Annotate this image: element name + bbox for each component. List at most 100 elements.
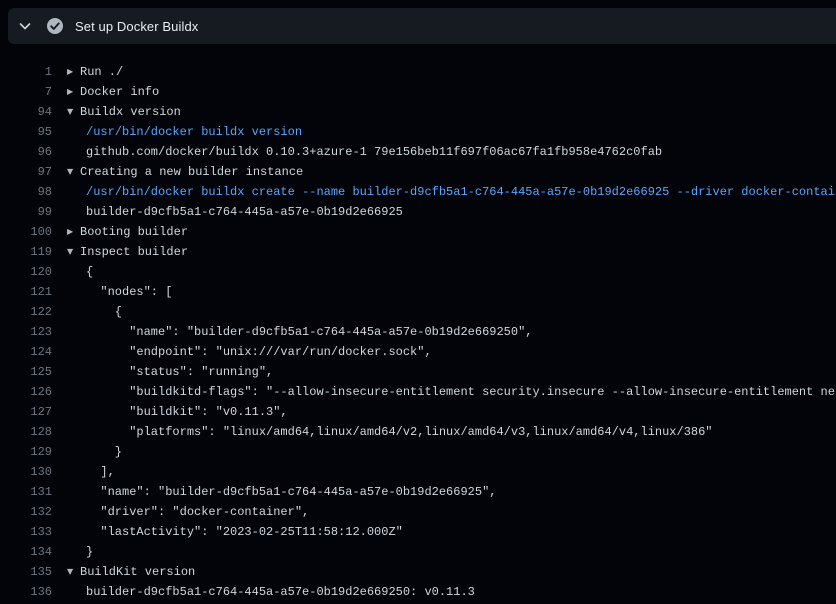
line-number[interactable]: 136	[0, 582, 52, 602]
log-text: "driver": "docker-container",	[80, 502, 309, 522]
line-number[interactable]: 133	[0, 522, 52, 542]
log-row[interactable]: 135 ▼ BuildKit version	[0, 562, 836, 582]
group-toggle-icon	[52, 422, 80, 442]
group-expanded-icon[interactable]: ▼	[52, 162, 80, 182]
log-text: "endpoint": "unix:///var/run/docker.sock…	[80, 342, 432, 362]
log-text: "nodes": [	[80, 282, 172, 302]
group-expanded-icon[interactable]: ▼	[52, 242, 80, 262]
log-text: }	[80, 542, 93, 562]
log-text: "name": "builder-d9cfb5a1-c764-445a-a57e…	[80, 322, 532, 342]
line-number[interactable]: 121	[0, 282, 52, 302]
log-row: 120 {	[0, 262, 836, 282]
line-number[interactable]: 96	[0, 142, 52, 162]
log-text: Buildx version	[80, 102, 181, 122]
log-row[interactable]: 119 ▼ Inspect builder	[0, 242, 836, 262]
log-row: 99 builder-d9cfb5a1-c764-445a-a57e-0b19d…	[0, 202, 836, 222]
log-text: "buildkit": "v0.11.3",	[80, 402, 288, 422]
group-collapsed-icon[interactable]: ▶	[52, 222, 80, 242]
group-toggle-icon	[52, 282, 80, 302]
log-row: 132 "driver": "docker-container",	[0, 502, 836, 522]
group-collapsed-icon[interactable]: ▶	[52, 82, 80, 102]
log-row: 123 "name": "builder-d9cfb5a1-c764-445a-…	[0, 322, 836, 342]
group-collapsed-icon[interactable]: ▶	[52, 62, 80, 82]
log-row: 96 github.com/docker/buildx 0.10.3+azure…	[0, 142, 836, 162]
group-expanded-icon[interactable]: ▼	[52, 562, 80, 582]
line-number[interactable]: 1	[0, 62, 52, 82]
log-row: 129 }	[0, 442, 836, 462]
line-number[interactable]: 125	[0, 362, 52, 382]
log-row: 136 builder-d9cfb5a1-c764-445a-a57e-0b19…	[0, 582, 836, 602]
line-number[interactable]: 128	[0, 422, 52, 442]
log-text: Run ./	[80, 62, 123, 82]
line-number[interactable]: 129	[0, 442, 52, 462]
group-toggle-icon	[52, 542, 80, 562]
line-number[interactable]: 131	[0, 482, 52, 502]
group-toggle-icon	[52, 302, 80, 322]
log-text: ],	[80, 462, 115, 482]
log-row: 127 "buildkit": "v0.11.3",	[0, 402, 836, 422]
log-text: BuildKit version	[80, 562, 195, 582]
line-number[interactable]: 134	[0, 542, 52, 562]
line-number[interactable]: 124	[0, 342, 52, 362]
group-toggle-icon	[52, 382, 80, 402]
line-number[interactable]: 94	[0, 102, 52, 122]
log-text: "name": "builder-d9cfb5a1-c764-445a-a57e…	[80, 482, 496, 502]
group-toggle-icon	[52, 262, 80, 282]
line-number[interactable]: 126	[0, 382, 52, 402]
log-row: 95 /usr/bin/docker buildx version	[0, 122, 836, 142]
group-toggle-icon	[52, 122, 80, 142]
group-toggle-icon	[52, 342, 80, 362]
log-row: 128 "platforms": "linux/amd64,linux/amd6…	[0, 422, 836, 442]
line-number[interactable]: 130	[0, 462, 52, 482]
log-row[interactable]: 97 ▼ Creating a new builder instance	[0, 162, 836, 182]
check-circle-success-icon	[46, 17, 64, 35]
log-text: {	[80, 262, 93, 282]
line-number[interactable]: 135	[0, 562, 52, 582]
line-number[interactable]: 99	[0, 202, 52, 222]
group-toggle-icon	[52, 322, 80, 342]
group-toggle-icon	[52, 462, 80, 482]
log-row: 121 "nodes": [	[0, 282, 836, 302]
actions-log-viewer: Set up Docker Buildx 1 ▶ Run ./ 7 ▶ Dock…	[0, 0, 836, 604]
log-text: Inspect builder	[80, 242, 188, 262]
log-row: 122 {	[0, 302, 836, 322]
line-number[interactable]: 119	[0, 242, 52, 262]
log-text: builder-d9cfb5a1-c764-445a-a57e-0b19d2e6…	[80, 202, 403, 222]
step-header[interactable]: Set up Docker Buildx	[8, 8, 836, 44]
log-row[interactable]: 100 ▶ Booting builder	[0, 222, 836, 242]
log-text: github.com/docker/buildx 0.10.3+azure-1 …	[80, 142, 662, 162]
group-toggle-icon	[52, 442, 80, 462]
log-text: Creating a new builder instance	[80, 162, 303, 182]
chevron-down-icon[interactable]	[17, 18, 33, 34]
group-toggle-icon	[52, 402, 80, 422]
log-row[interactable]: 94 ▼ Buildx version	[0, 102, 836, 122]
group-toggle-icon	[52, 482, 80, 502]
step-title: Set up Docker Buildx	[75, 19, 198, 34]
log-text: /usr/bin/docker buildx version	[80, 122, 302, 142]
group-toggle-icon	[52, 502, 80, 522]
line-number[interactable]: 120	[0, 262, 52, 282]
log-row: 126 "buildkitd-flags": "--allow-insecure…	[0, 382, 836, 402]
line-number[interactable]: 98	[0, 182, 52, 202]
line-number[interactable]: 100	[0, 222, 52, 242]
log-row: 130 ],	[0, 462, 836, 482]
line-number[interactable]: 7	[0, 82, 52, 102]
group-toggle-icon	[52, 522, 80, 542]
log-row[interactable]: 1 ▶ Run ./	[0, 62, 836, 82]
log-text: "lastActivity": "2023-02-25T11:58:12.000…	[80, 522, 403, 542]
group-expanded-icon[interactable]: ▼	[52, 102, 80, 122]
group-toggle-icon	[52, 362, 80, 382]
line-number[interactable]: 132	[0, 502, 52, 522]
log-row[interactable]: 7 ▶ Docker info	[0, 82, 836, 102]
line-number[interactable]: 97	[0, 162, 52, 182]
line-number[interactable]: 95	[0, 122, 52, 142]
log-text: "platforms": "linux/amd64,linux/amd64/v2…	[80, 422, 713, 442]
line-number[interactable]: 123	[0, 322, 52, 342]
log-row: 134 }	[0, 542, 836, 562]
log-area: 1 ▶ Run ./ 7 ▶ Docker info 94 ▼ Buildx v…	[0, 44, 836, 604]
log-text: Docker info	[80, 82, 159, 102]
line-number[interactable]: 127	[0, 402, 52, 422]
line-number[interactable]: 122	[0, 302, 52, 322]
group-toggle-icon	[52, 582, 80, 602]
group-toggle-icon	[52, 202, 80, 222]
